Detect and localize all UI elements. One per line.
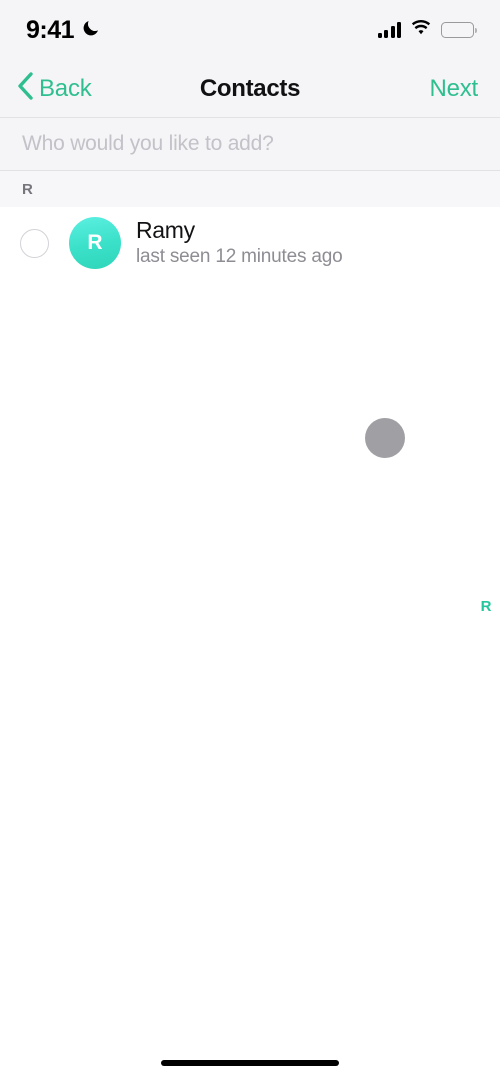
signal-bars-icon: [377, 22, 401, 38]
crescent-moon-icon: [81, 18, 101, 43]
home-indicator[interactable]: [161, 1060, 339, 1066]
status-bar-clock: 9:41: [26, 15, 75, 44]
status-bar-left: 9:41: [26, 17, 101, 43]
navigation-bar: Back Contacts Next: [0, 60, 500, 118]
contact-text-block: Ramy last seen 12 minutes ago: [136, 217, 343, 268]
contact-last-seen: last seen 12 minutes ago: [136, 245, 343, 267]
status-bar-right: [377, 19, 478, 41]
status-bar: 9:41: [0, 0, 500, 60]
battery-full-icon: [441, 22, 478, 38]
contact-select-checkbox[interactable]: [20, 228, 49, 258]
scroll-position-bubble: [365, 418, 405, 458]
list-item[interactable]: R Ramy last seen 12 minutes ago: [0, 207, 500, 279]
avatar: R: [69, 217, 121, 269]
search-bar[interactable]: [0, 118, 500, 171]
index-letter-r[interactable]: R: [481, 598, 492, 617]
next-button[interactable]: Next: [423, 60, 484, 117]
contact-name: Ramy: [136, 217, 195, 244]
wifi-icon: [410, 19, 432, 41]
alphabet-index-scrubber[interactable]: R: [472, 207, 500, 1007]
avatar-initial: R: [87, 231, 103, 254]
phone-screen: 9:41 Back Contacts Next Who would you li…: [0, 0, 500, 1080]
search-input[interactable]: [22, 132, 478, 156]
contact-list: R Ramy last seen 12 minutes ago: [0, 207, 500, 279]
section-header-r: R: [0, 171, 500, 207]
